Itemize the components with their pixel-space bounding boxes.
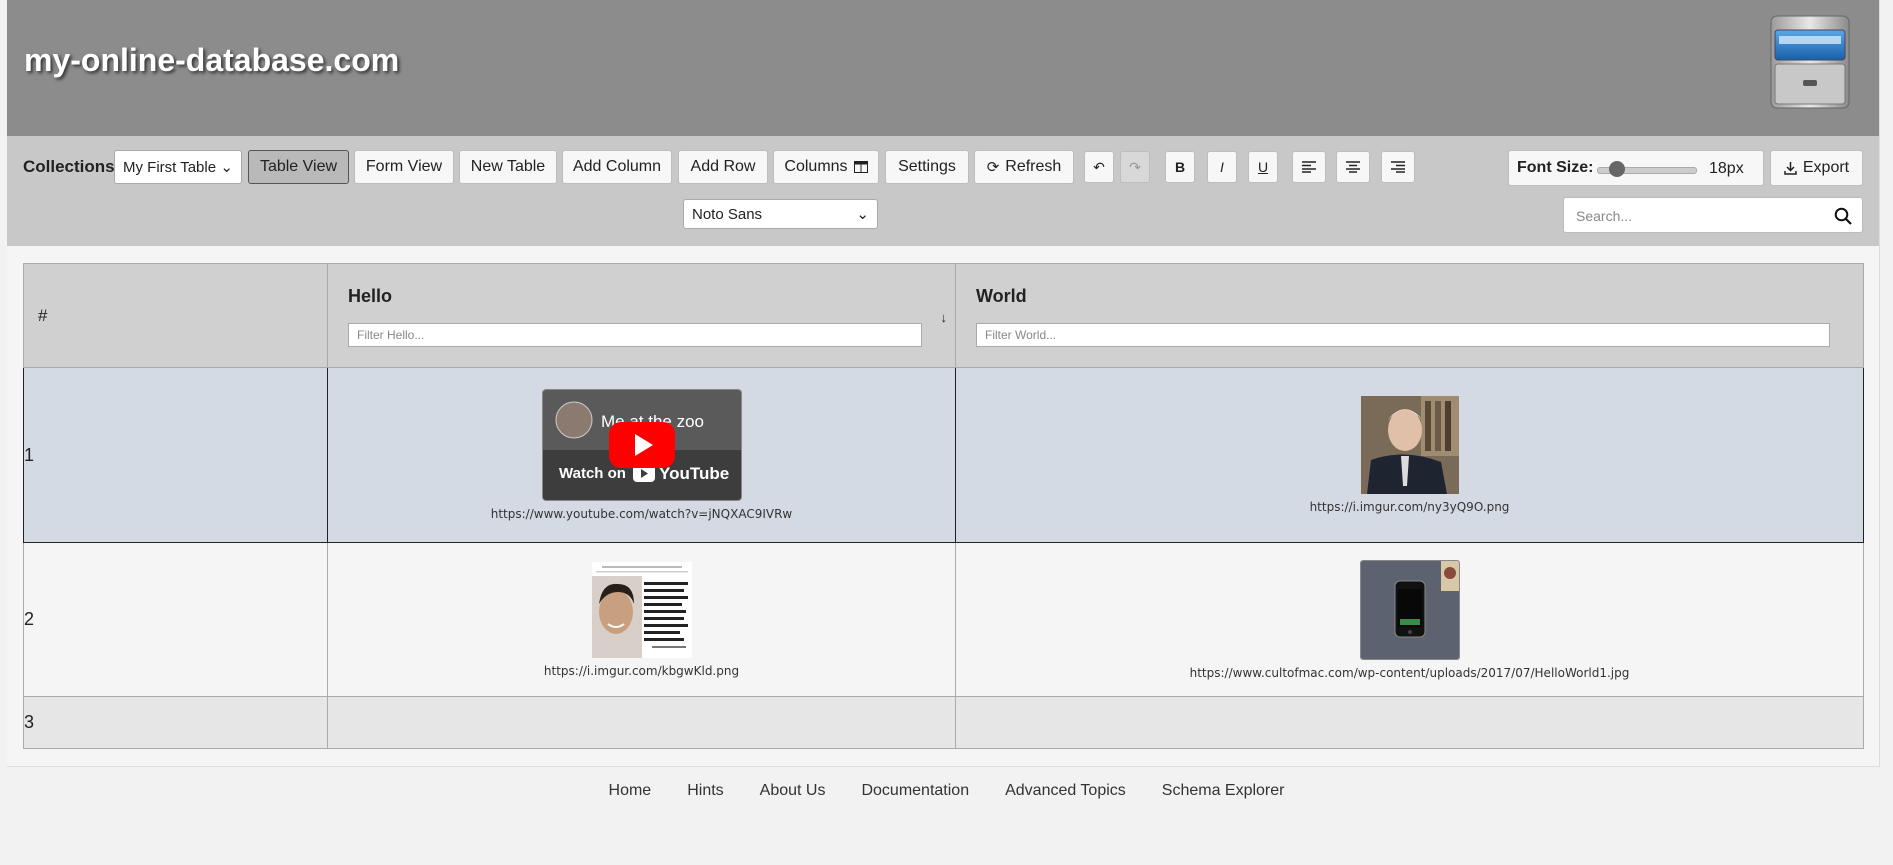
- font-family-value: Noto Sans: [692, 205, 763, 223]
- data-table: # Hello ↓ World 1 Me at the zoo Watch o: [23, 263, 1864, 749]
- cell-url: https://i.imgur.com/kbgwKld.png: [543, 663, 740, 678]
- redo-button[interactable]: ↷: [1120, 151, 1150, 183]
- align-center-button[interactable]: [1336, 151, 1370, 183]
- footer-link-advanced-topics[interactable]: Advanced Topics: [1005, 782, 1126, 800]
- youtube-video-embed[interactable]: Me at the zoo Watch on YouTube: [541, 389, 742, 501]
- font-size-value: 18px: [1709, 160, 1744, 177]
- add-column-button[interactable]: Add Column: [562, 150, 672, 184]
- refresh-icon: ⟳: [986, 159, 1000, 176]
- settings-button[interactable]: Settings: [885, 150, 969, 184]
- search-box: [1563, 197, 1863, 233]
- portrait-photo-image: [1360, 396, 1459, 494]
- undo-button[interactable]: ↶: [1084, 151, 1114, 183]
- row-number: 3: [23, 696, 328, 749]
- undo-icon: ↶: [1093, 158, 1105, 175]
- row-number: 2: [23, 542, 328, 697]
- site-title[interactable]: my-online-database.com: [24, 42, 399, 79]
- sort-down-icon[interactable]: ↓: [941, 310, 948, 325]
- column-header-world[interactable]: World: [955, 263, 1864, 368]
- table-view-button[interactable]: Table View: [248, 150, 349, 184]
- font-size-label: Font Size:: [1517, 159, 1594, 176]
- align-left-icon: [1302, 161, 1316, 173]
- table-cell[interactable]: https://i.imgur.com/kbgwKld.png: [327, 542, 956, 697]
- filter-hello-input[interactable]: [348, 323, 922, 347]
- cell-url: https://www.youtube.com/watch?v=jNQXAC9I…: [490, 507, 793, 521]
- columns-label: Columns: [784, 158, 848, 175]
- new-table-button[interactable]: New Table: [459, 150, 557, 184]
- footer-link-about-us[interactable]: About Us: [760, 782, 826, 800]
- refresh-button[interactable]: ⟳ Refresh: [974, 150, 1074, 184]
- filter-world-input[interactable]: [976, 323, 1830, 347]
- underline-button[interactable]: U: [1248, 151, 1278, 183]
- footer-link-documentation[interactable]: Documentation: [861, 782, 969, 800]
- footer-link-hints[interactable]: Hints: [687, 782, 723, 800]
- form-view-button[interactable]: Form View: [354, 150, 454, 184]
- watch-on-label: Watch on: [559, 465, 626, 482]
- italic-button[interactable]: I: [1207, 151, 1237, 183]
- chevron-down-icon: ⌄: [220, 159, 233, 176]
- align-right-button[interactable]: [1381, 151, 1415, 183]
- table-row[interactable]: 1 Me at the zoo Watch on YouTube https:/…: [23, 367, 1864, 543]
- align-center-icon: [1346, 161, 1360, 173]
- footer-link-schema-explorer[interactable]: Schema Explorer: [1162, 782, 1285, 800]
- cell-url: https://www.cultofmac.com/wp-content/upl…: [1189, 665, 1630, 680]
- row-number-header: #: [23, 263, 328, 368]
- download-icon: [1784, 161, 1797, 175]
- search-input[interactable]: [1574, 207, 1828, 225]
- hash-label: #: [38, 306, 48, 325]
- font-family-select[interactable]: Noto Sans ⌄: [683, 199, 878, 229]
- collection-select[interactable]: My First Table ⌄: [114, 150, 242, 184]
- table-row[interactable]: 2 https://i.imgur.com/kbgwKld.png https:…: [23, 542, 1864, 697]
- youtube-brand: YouTube: [659, 464, 729, 483]
- bold-button[interactable]: B: [1165, 151, 1195, 183]
- table-cell[interactable]: Me at the zoo Watch on YouTube https://w…: [327, 367, 956, 543]
- export-label: Export: [1802, 159, 1850, 176]
- font-size-slider-thumb[interactable]: [1608, 161, 1625, 177]
- font-size-control: Font Size: 18px: [1508, 150, 1764, 186]
- footer-link-home[interactable]: Home: [609, 782, 652, 800]
- table-cell[interactable]: [327, 696, 956, 749]
- iphone-photo-image: [1359, 559, 1460, 660]
- redo-icon: ↷: [1129, 158, 1141, 175]
- column-title: World: [976, 286, 1027, 306]
- cell-url: https://i.imgur.com/ny3yQ9O.png: [1309, 500, 1510, 514]
- footer-nav: Home Hints About Us Documentation Advanc…: [0, 782, 1893, 800]
- table-cell[interactable]: https://www.cultofmac.com/wp-content/upl…: [955, 542, 1864, 697]
- column-title: Hello: [348, 286, 393, 306]
- table-row[interactable]: 3: [23, 696, 1864, 749]
- table-cell[interactable]: [955, 696, 1864, 749]
- export-button[interactable]: Export: [1770, 150, 1863, 186]
- columns-icon: [853, 161, 868, 173]
- refresh-label: Refresh: [1005, 158, 1062, 175]
- collections-label: Collections:: [23, 157, 121, 176]
- quote-image: [591, 561, 692, 658]
- site-header: my-online-database.com: [7, 0, 1879, 136]
- align-left-button[interactable]: [1292, 151, 1326, 183]
- add-row-button[interactable]: Add Row: [678, 150, 768, 184]
- table-cell[interactable]: https://i.imgur.com/ny3yQ9O.png: [955, 367, 1864, 543]
- align-right-icon: [1391, 161, 1405, 173]
- channel-avatar: [555, 401, 592, 439]
- columns-button[interactable]: Columns: [773, 150, 879, 184]
- chevron-down-icon: ⌄: [856, 206, 869, 223]
- row-number: 1: [23, 367, 328, 543]
- search-icon[interactable]: [1834, 207, 1852, 225]
- file-cabinet-logo: [1770, 15, 1850, 109]
- column-header-hello[interactable]: Hello ↓: [327, 263, 956, 368]
- collection-select-value: My First Table: [123, 158, 217, 176]
